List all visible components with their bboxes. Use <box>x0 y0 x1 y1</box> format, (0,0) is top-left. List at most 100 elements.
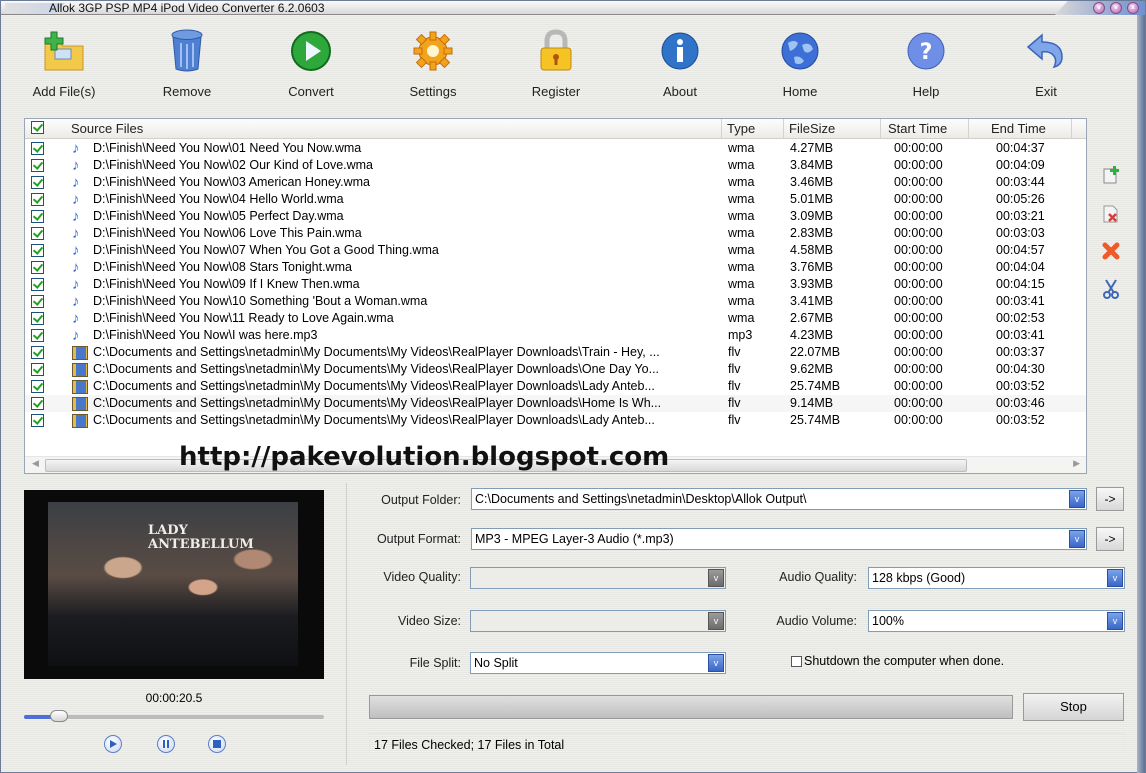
file-type-icon: ♪ <box>72 157 80 175</box>
chevron-down-icon[interactable]: v <box>708 612 724 630</box>
stop-button[interactable]: Stop <box>1023 693 1124 721</box>
close-icon[interactable]: x <box>1127 2 1139 14</box>
row-checkbox[interactable] <box>31 210 44 223</box>
file-row[interactable]: ♪ D:\Finish\Need You Now\09 If I Knew The… <box>25 276 1086 293</box>
preview-art-text: LADY ANTEBELLUM <box>148 524 254 552</box>
lock-icon <box>532 27 580 75</box>
file-row[interactable]: ♪ D:\Finish\Need You Now\07 When You Got … <box>25 242 1086 259</box>
exit-button[interactable]: Exit <box>996 23 1096 99</box>
col-filesize[interactable]: FileSize <box>785 119 881 139</box>
chevron-down-icon[interactable]: v <box>708 654 724 672</box>
file-split-select[interactable]: No Split v <box>470 652 726 674</box>
file-row[interactable]: ♪ D:\Finish\Need You Now\06 Love This Pai… <box>25 225 1086 242</box>
file-row[interactable]: C:\Documents and Settings\netadmin\My Do… <box>25 378 1086 395</box>
col-start-time[interactable]: Start Time <box>882 119 969 139</box>
file-row[interactable]: ♪ D:\Finish\Need You Now\10 Something 'Bo… <box>25 293 1086 310</box>
chevron-down-icon[interactable]: v <box>1107 569 1123 587</box>
start-time: 00:00:00 <box>894 362 943 376</box>
help-button[interactable]: ? Help <box>876 23 976 99</box>
add-folder-icon <box>40 27 88 75</box>
col-source-files[interactable]: Source Files <box>67 119 722 139</box>
file-row[interactable]: ♪ D:\Finish\Need You Now\04 Hello World.w… <box>25 191 1086 208</box>
pause-button[interactable] <box>157 735 175 753</box>
file-row[interactable]: ♪ D:\Finish\Need You Now\I was here.mp3 mp… <box>25 327 1086 344</box>
home-button[interactable]: Home <box>750 23 850 99</box>
stop-playback-button[interactable] <box>208 735 226 753</box>
file-row[interactable]: C:\Documents and Settings\netadmin\My Do… <box>25 412 1086 429</box>
settings-button[interactable]: Settings <box>383 23 483 99</box>
source-path: D:\Finish\Need You Now\06 Love This Pain… <box>93 226 362 240</box>
col-type[interactable]: Type <box>723 119 784 139</box>
chevron-down-icon[interactable]: v <box>708 569 724 587</box>
seek-knob[interactable] <box>50 710 68 722</box>
file-row[interactable]: ♪ D:\Finish\Need You Now\02 Our Kind of L… <box>25 157 1086 174</box>
play-button[interactable] <box>104 735 122 753</box>
art-text-line1: LADY <box>148 523 188 538</box>
row-checkbox[interactable] <box>31 414 44 427</box>
audio-quality-select[interactable]: 128 kbps (Good) v <box>868 567 1125 589</box>
play-icon <box>110 740 117 748</box>
row-checkbox[interactable] <box>31 159 44 172</box>
shutdown-label[interactable]: Shutdown the computer when done. <box>804 654 1004 668</box>
scroll-right-arrow[interactable]: ▶ <box>1073 458 1080 469</box>
row-checkbox[interactable] <box>31 261 44 274</box>
row-checkbox[interactable] <box>31 397 44 410</box>
file-row[interactable]: ♪ D:\Finish\Need You Now\08 Stars Tonight… <box>25 259 1086 276</box>
row-checkbox[interactable] <box>31 244 44 257</box>
file-row[interactable]: ♪ D:\Finish\Need You Now\01 Need You Now.… <box>25 140 1086 157</box>
file-type: flv <box>728 379 741 393</box>
row-checkbox[interactable] <box>31 329 44 342</box>
shutdown-checkbox[interactable] <box>791 656 802 667</box>
remove-file-side-button[interactable] <box>1101 204 1121 224</box>
about-button[interactable]: About <box>630 23 730 99</box>
audio-volume-select[interactable]: 100% v <box>868 610 1125 632</box>
status-bar: 17 Files Checked; 17 Files in Total <box>369 733 1125 755</box>
output-folder-select[interactable]: C:\Documents and Settings\netadmin\Deskt… <box>471 488 1087 510</box>
add-file-side-button[interactable] <box>1101 165 1121 185</box>
output-folder-browse-button[interactable]: -> <box>1096 487 1124 511</box>
file-row[interactable]: C:\Documents and Settings\netadmin\My Do… <box>25 395 1086 412</box>
chevron-down-icon[interactable]: v <box>1107 612 1123 630</box>
file-row[interactable]: C:\Documents and Settings\netadmin\My Do… <box>25 361 1086 378</box>
video-size-select[interactable]: v <box>470 610 726 632</box>
music-note-icon: ♪ <box>72 191 80 208</box>
row-checkbox[interactable] <box>31 295 44 308</box>
file-size: 3.84MB <box>790 158 834 172</box>
maximize-icon[interactable]: v <box>1110 2 1122 14</box>
row-checkbox[interactable] <box>31 380 44 393</box>
add-files-button[interactable]: Add File(s) <box>14 23 114 99</box>
select-all-checkbox[interactable] <box>31 121 44 134</box>
file-row[interactable]: C:\Documents and Settings\netadmin\My Do… <box>25 344 1086 361</box>
output-format-select[interactable]: MP3 - MPEG Layer-3 Audio (*.mp3) v <box>471 528 1087 550</box>
chevron-down-icon[interactable]: v <box>1069 490 1085 508</box>
output-format-settings-button[interactable]: -> <box>1096 527 1124 551</box>
remove-button[interactable]: Remove <box>137 23 237 99</box>
register-button[interactable]: Register <box>506 23 606 99</box>
row-checkbox[interactable] <box>31 193 44 206</box>
row-checkbox[interactable] <box>31 278 44 291</box>
clear-all-side-button[interactable] <box>1101 241 1121 261</box>
col-end-time[interactable]: End Time <box>970 119 1072 139</box>
row-checkbox[interactable] <box>31 346 44 359</box>
end-time: 00:04:37 <box>996 141 1045 155</box>
row-checkbox[interactable] <box>31 142 44 155</box>
row-checkbox[interactable] <box>31 363 44 376</box>
row-checkbox[interactable] <box>31 176 44 189</box>
cut-side-button[interactable] <box>1101 279 1121 299</box>
row-checkbox[interactable] <box>31 312 44 325</box>
scroll-left-arrow[interactable]: ◀ <box>32 458 39 469</box>
title-bar[interactable]: Allok 3GP PSP MP4 iPod Video Converter 6… <box>1 1 1145 15</box>
end-time: 00:03:52 <box>996 413 1045 427</box>
file-row[interactable]: ♪ D:\Finish\Need You Now\11 Ready to Love… <box>25 310 1086 327</box>
seek-slider[interactable] <box>24 710 324 722</box>
file-type: wma <box>728 158 755 172</box>
video-quality-select[interactable]: v <box>470 567 726 589</box>
convert-button[interactable]: Convert <box>261 23 361 99</box>
row-checkbox[interactable] <box>31 227 44 240</box>
file-row[interactable]: ♪ D:\Finish\Need You Now\05 Perfect Day.w… <box>25 208 1086 225</box>
end-time: 00:03:44 <box>996 175 1045 189</box>
info-icon <box>656 27 704 75</box>
file-row[interactable]: ♪ D:\Finish\Need You Now\03 American Hone… <box>25 174 1086 191</box>
chevron-down-icon[interactable]: v <box>1069 530 1085 548</box>
minimize-icon[interactable]: v <box>1093 2 1105 14</box>
